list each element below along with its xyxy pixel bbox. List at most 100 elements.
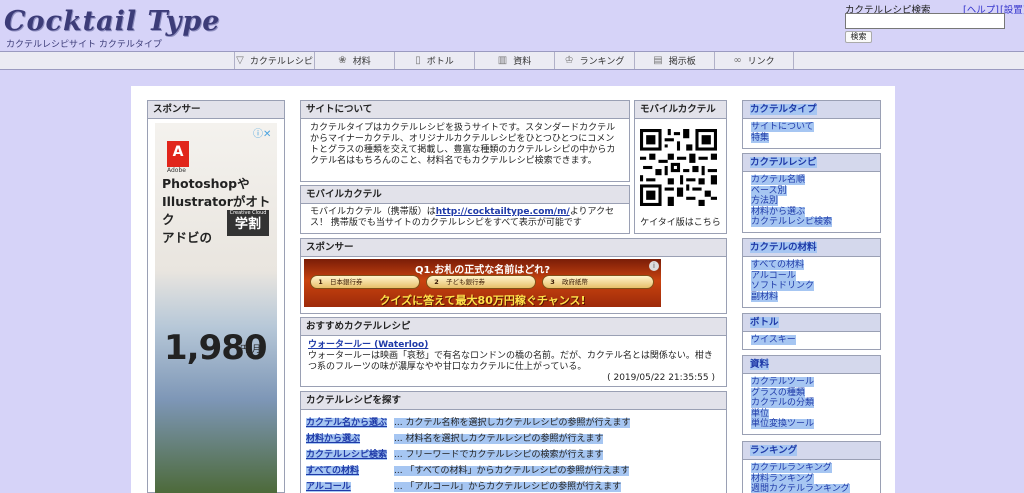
sidebar-item[interactable]: 週間カクテルランキング [751, 484, 872, 493]
ad-info-icon[interactable]: i [649, 261, 659, 271]
mobile-title: モバイルカクテル [301, 186, 629, 204]
recommend-text: ウォータールーは映画「哀愁」で有名なロンドンの橋の名前。だが、カクテル名とは関係… [308, 351, 713, 372]
nav-item-board[interactable]: ▤ 掲示板 [634, 52, 714, 69]
sidebar-item[interactable]: ソフトドリンク [751, 281, 872, 292]
find-row: 材料から選ぶ... 材料名を選択しカクテルレシピの参照が行えます [306, 432, 604, 446]
sidebar-section-title[interactable]: 資料 [743, 356, 880, 374]
sidebar-item[interactable]: カクテル名順 [751, 175, 872, 186]
recommend-body: ウォータールー (Waterloo) ウォータールーは映画「哀愁」で有名なロンド… [301, 336, 726, 386]
about-text: カクテルタイプはカクテルレシピを扱うサイトです。スタンダードカクテルからマイナー… [310, 123, 616, 166]
adobe-logo-icon: A [167, 141, 189, 167]
nav-label: 資料 [513, 57, 532, 67]
nav-item-ranking[interactable]: ♔ ランキング [554, 52, 634, 69]
main-nav: ▽ カクテルレシピ ❀ 材料 ▯ ボトル ▥ 資料 ♔ ランキング ▤ 掲示板 ∞ リンク [0, 51, 1024, 70]
find-row: カクテルレシピ検索... フリーワードでカクテルレシピの検索が行えます [306, 448, 604, 462]
quiz-option-text: 日本銀行券 [330, 278, 363, 286]
search-button[interactable]: 検索 [845, 31, 872, 43]
nav-item-ingredients[interactable]: ❀ 材料 [314, 52, 394, 69]
mobile-text-before: モバイルカクテル（携帯版）は [310, 207, 436, 217]
sidebar-item[interactable]: 材料から選ぶ [751, 206, 872, 218]
sidebar-item[interactable]: 単位変換ツール [751, 419, 872, 430]
mobile-text: モバイルカクテル（携帯版）はhttp://cocktailtype.com/m/… [301, 204, 629, 232]
site-tagline: カクテルレシピサイト カクテルタイプ [6, 40, 162, 50]
nav-label: 掲示板 [668, 57, 696, 67]
ad-badge-top: Creative Cloud [229, 210, 267, 216]
find-row: カクテル名から選ぶ... カクテル名称を選択しカクテルレシピの参照が行えます [306, 416, 631, 430]
sidebar-section-title[interactable]: カクテルタイプ [743, 101, 880, 119]
book-icon: ▥ [497, 55, 508, 66]
nav-label: 材料 [352, 57, 371, 67]
recommend-cocktail-link[interactable]: ウォータールー (Waterloo) [308, 340, 719, 351]
mobile-qr-caption[interactable]: ケイタイ版はこちら [635, 215, 726, 228]
quiz-option-text: 子ども銀行券 [446, 278, 485, 286]
find-row-desc: ... 「すべての材料」からカクテルレシピの参照が行えます [394, 466, 630, 476]
sidebar-section-title[interactable]: ランキング [743, 442, 880, 460]
adobe-ad-banner[interactable]: ⓘ✕ A Adobe Photoshopや Illustratorがオトク アド… [155, 123, 277, 493]
sidebar-item[interactable]: 副材料 [751, 291, 872, 303]
bottle-icon: ▯ [415, 55, 421, 66]
mobile-qr-title: モバイルカクテル [635, 101, 726, 119]
sidebar-item[interactable]: アルコール [751, 270, 872, 282]
sidebar-section-bottles: ボトル ウイスキー [742, 313, 881, 350]
find-row-desc: ... 「アルコール」からカクテルレシピの参照が行えます [394, 482, 622, 492]
sidebar-item[interactable]: 特集 [751, 132, 872, 144]
sidebar-item[interactable]: 単位 [751, 408, 872, 420]
find-row-key[interactable]: 材料から選ぶ [306, 432, 394, 446]
quiz-option-num: 1 [318, 278, 323, 286]
sidebar-item[interactable]: サイトについて [751, 122, 872, 133]
qr-code-icon[interactable] [640, 129, 717, 206]
find-title: カクテルレシピを探す [301, 392, 726, 410]
quiz-option-num: 3 [550, 278, 555, 286]
find-row-desc: ... 材料名を選択しカクテルレシピの参照が行えます [394, 434, 604, 444]
ad-badge: Creative Cloud 学割 [227, 210, 269, 236]
board-icon: ▤ [653, 55, 663, 66]
sidebar-item[interactable]: ウイスキー [751, 335, 872, 346]
nav-item-links[interactable]: ∞ リンク [714, 52, 794, 69]
sidebar-section-cocktailtype: カクテルタイプ サイトについて 特集 [742, 100, 881, 149]
crown-icon: ♔ [564, 55, 574, 66]
link-icon: ∞ [733, 55, 742, 66]
header: Cocktail Type カクテルレシピサイト カクテルタイプ カクテルレシピ… [0, 0, 1024, 50]
quiz-option-1[interactable]: 1 日本銀行券 [310, 275, 420, 289]
sidebar-item[interactable]: カクテルランキング [751, 463, 872, 474]
sidebar-item[interactable]: カクテルの分類 [751, 398, 872, 409]
find-row-key[interactable]: カクテルレシピ検索 [306, 448, 394, 462]
search-input[interactable] [845, 13, 1005, 29]
sidebar-item[interactable]: カクテルツール [751, 377, 872, 388]
mobile-panel: モバイルカクテル モバイルカクテル（携帯版）はhttp://cocktailty… [300, 185, 630, 234]
quiz-question: Q1.お札の正式な名前はどれ? [414, 265, 551, 276]
ad-info-icon[interactable]: ⓘ✕ [253, 125, 271, 140]
nav-item-recipes[interactable]: ▽ カクテルレシピ [234, 52, 314, 69]
nav-label: ランキング [579, 57, 625, 67]
sidebar-item[interactable]: すべての材料 [751, 260, 872, 271]
nav-label: ボトル [426, 57, 454, 67]
find-row-key[interactable]: カクテル名から選ぶ [306, 416, 394, 430]
quiz-banner-text: クイズに答えて最大80万円稼ぐチャンス! [379, 294, 586, 307]
find-row-key[interactable]: アルコール [306, 480, 394, 493]
site-logo[interactable]: Cocktail Type [4, 6, 220, 37]
sidebar-item[interactable]: 方法別 [751, 196, 872, 207]
nav-item-bottles[interactable]: ▯ ボトル [394, 52, 474, 69]
find-row: アルコール... 「アルコール」からカクテルレシピの参照が行えます [306, 480, 622, 493]
sidebar-section-title[interactable]: ボトル [743, 314, 880, 332]
quiz-option-2[interactable]: 2 子ども銀行券 [426, 275, 536, 289]
sidebar-section-documents: 資料 カクテルツール グラスの種類 カクテルの分類 単位 単位変換ツール [742, 355, 881, 435]
nav-label: カクテルレシピ [249, 57, 313, 67]
quiz-option-num: 2 [434, 278, 439, 286]
sidebar-item[interactable]: ベース別 [751, 185, 872, 197]
sidebar-item[interactable]: カクテルレシピ検索 [751, 217, 872, 228]
nav-item-documents[interactable]: ▥ 資料 [474, 52, 554, 69]
glass-icon: ▽ [236, 55, 244, 66]
sidebar-section-ranking: ランキング カクテルランキング 材料ランキング 週間カクテルランキング [742, 441, 881, 493]
quiz-option-text: 政府紙幣 [562, 278, 588, 286]
find-row-key[interactable]: すべての材料 [306, 464, 394, 478]
sidebar-section-title[interactable]: カクテルレシピ [743, 154, 880, 172]
ad-brand: Adobe [167, 167, 186, 174]
ad-badge-main: 学割 [234, 217, 261, 232]
sidebar-section-title[interactable]: カクテルの材料 [743, 239, 880, 257]
sidebar-item[interactable]: グラスの種類 [751, 387, 872, 399]
mobile-url-link[interactable]: http://cocktailtype.com/m/ [436, 207, 570, 217]
quiz-ad-banner[interactable]: Q1.お札の正式な名前はどれ? i 1 日本銀行券 2 子ども銀行券 3 政府紙幣 ク… [304, 259, 661, 307]
quiz-option-3[interactable]: 3 政府紙幣 [542, 275, 654, 289]
sidebar-item[interactable]: 材料ランキング [751, 473, 872, 485]
